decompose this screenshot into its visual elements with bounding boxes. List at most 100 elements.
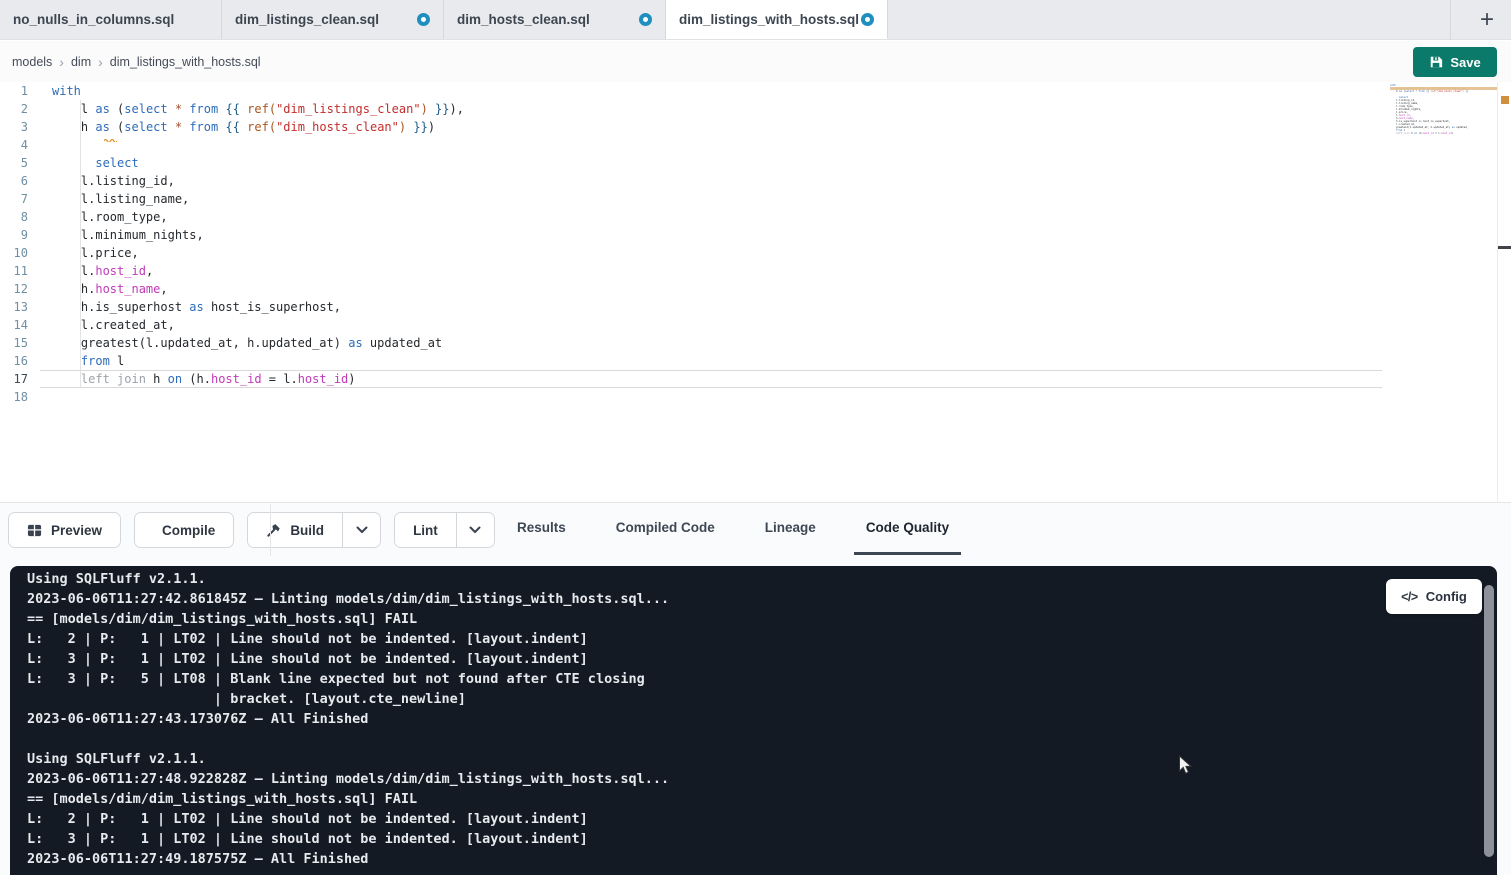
code-line[interactable]: l.created_at,	[0, 316, 1391, 334]
tab-dim_hosts_clean.sql[interactable]: dim_hosts_clean.sql	[444, 0, 666, 39]
code-line[interactable]: l as (select * from {{ ref("dim_listings…	[0, 100, 1391, 118]
code-token: ,	[146, 264, 153, 278]
modified-dot-icon	[861, 13, 874, 26]
code-line[interactable]: l.price,	[0, 244, 1391, 262]
code-content[interactable]: with l as (select * from {{ ref("dim_lis…	[0, 82, 1391, 406]
breadcrumb-item[interactable]: models	[12, 55, 52, 69]
code-token: h	[52, 120, 95, 134]
code-token: }}	[413, 120, 427, 134]
code-token: {{	[225, 102, 239, 116]
code-token	[168, 102, 175, 116]
code-line[interactable]: select	[0, 154, 1391, 172]
tabbar-divider	[1450, 0, 1451, 40]
chevron-right-icon: ›	[98, 54, 103, 70]
code-token: {{	[225, 120, 239, 134]
code-token: host_is_superhost,	[204, 300, 341, 314]
code-token: *	[175, 120, 182, 134]
code-line[interactable]: h.is_superhost as host_is_superhost,	[0, 298, 1391, 316]
code-line[interactable]: l.minimum_nights,	[0, 226, 1391, 244]
code-token: ref(	[247, 102, 276, 116]
minimap-token: h	[1390, 90, 1399, 93]
tab-label: dim_hosts_clean.sql	[457, 12, 590, 27]
minimap-token: host_is_superhost,	[1422, 120, 1451, 123]
lint-button-group: Lint	[394, 512, 495, 548]
code-token	[52, 354, 81, 368]
breadcrumb-item[interactable]: dim_listings_with_hosts.sql	[110, 55, 261, 69]
code-line[interactable]: l.listing_id,	[0, 172, 1391, 190]
code-token: from	[189, 120, 218, 134]
code-token: host_id	[298, 372, 349, 386]
compile-button[interactable]: Compile	[135, 513, 233, 547]
breadcrumb-item[interactable]: dim	[71, 55, 91, 69]
code-token: "dim_listings_clean"	[276, 102, 421, 116]
code-token: greatest(l.updated_at, h.updated_at)	[52, 336, 348, 350]
code-token: l.room_type,	[52, 210, 168, 224]
lint-dropdown-button[interactable]	[456, 513, 494, 547]
code-line[interactable]: greatest(l.updated_at, h.updated_at) as …	[0, 334, 1391, 352]
code-token: l.created_at,	[52, 318, 175, 332]
code-token: "dim_hosts_clean"	[276, 120, 399, 134]
build-button[interactable]: Build	[248, 513, 342, 547]
code-token: l.listing_name,	[52, 192, 189, 206]
terminal[interactable]: Using SQLFluff v2.1.1. 2023-06-06T11:27:…	[10, 566, 1497, 875]
preview-button[interactable]: Preview	[9, 513, 120, 547]
lint-button[interactable]: Lint	[395, 513, 456, 547]
tab-code-quality[interactable]: Code Quality	[854, 503, 961, 555]
minimap[interactable]: with l as (select * from {{ ref("dim_lis…	[1390, 84, 1468, 154]
build-dropdown-button[interactable]	[342, 513, 380, 547]
modified-dot-icon	[417, 13, 430, 26]
chevron-down-icon	[469, 526, 481, 534]
tab-dim_listings_clean.sql[interactable]: dim_listings_clean.sql	[222, 0, 444, 39]
warning-marker-icon	[1501, 96, 1509, 104]
code-token: with	[52, 84, 81, 98]
tab-label: dim_listings_clean.sql	[235, 12, 379, 27]
terminal-scrollbar[interactable]	[1484, 585, 1494, 857]
code-token: )	[421, 102, 428, 116]
tab-dim_listings_with_hosts.sql[interactable]: dim_listings_with_hosts.sql	[666, 0, 888, 39]
action-toolbar: Preview Compile Build Lint	[8, 512, 495, 548]
code-line[interactable]	[0, 136, 1391, 154]
tab-label: dim_listings_with_hosts.sql	[679, 12, 859, 27]
tab-compiled-code[interactable]: Compiled Code	[604, 503, 727, 555]
editor-tab-bar: no_nulls_in_columns.sql dim_listings_clea…	[0, 0, 1511, 40]
code-token: as	[189, 300, 203, 314]
minimap-token: "dim_hosts_clean"	[1437, 90, 1463, 93]
tab-no_nulls_in_columns.sql[interactable]: no_nulls_in_columns.sql	[0, 0, 222, 39]
code-token: *	[175, 102, 182, 116]
code-editor[interactable]: 123456789101112131415161718 with l as (s…	[0, 82, 1511, 502]
minimap-token: )	[1452, 132, 1454, 135]
chevron-down-icon	[356, 526, 368, 534]
code-line[interactable]: from l	[0, 352, 1391, 370]
save-label: Save	[1450, 55, 1480, 70]
code-line[interactable]: left join h on (h.host_id = l.host_id)	[0, 370, 1391, 388]
open-file-tabs: no_nulls_in_columns.sql dim_listings_clea…	[0, 0, 888, 39]
hammer-icon	[266, 523, 281, 538]
tab-results[interactable]: Results	[505, 503, 578, 555]
new-tab-button[interactable]: +	[1471, 0, 1503, 40]
code-token: l.minimum_nights,	[52, 228, 204, 242]
save-button[interactable]: Save	[1413, 47, 1497, 77]
compile-button-group: Compile	[134, 512, 234, 548]
minimap-token: select	[1405, 90, 1414, 93]
code-token: host_name	[95, 282, 160, 296]
code-token: on	[168, 372, 182, 386]
code-token: l	[110, 354, 124, 368]
code-token: l.listing_id,	[52, 174, 175, 188]
code-line[interactable]: h as (select * from {{ ref("dim_hosts_cl…	[0, 118, 1391, 136]
config-button[interactable]: </> Config	[1386, 579, 1482, 614]
code-line[interactable]: l.host_id,	[0, 262, 1391, 280]
code-line[interactable]: l.listing_name,	[0, 190, 1391, 208]
terminal-output: Using SQLFluff v2.1.1. 2023-06-06T11:27:…	[27, 569, 669, 869]
code-token	[52, 372, 81, 386]
code-line[interactable]: with	[0, 82, 1391, 100]
code-line[interactable]	[0, 388, 1391, 406]
code-line[interactable]: l.room_type,	[0, 208, 1391, 226]
code-token: select	[124, 102, 167, 116]
tab-lineage[interactable]: Lineage	[753, 503, 828, 555]
table-icon	[27, 523, 42, 538]
code-token: l.	[283, 372, 297, 386]
code-line[interactable]: h.host_name,	[0, 280, 1391, 298]
build-label: Build	[290, 523, 324, 538]
cursor-position-marker	[1498, 246, 1511, 249]
code-token: updated_at	[363, 336, 442, 350]
